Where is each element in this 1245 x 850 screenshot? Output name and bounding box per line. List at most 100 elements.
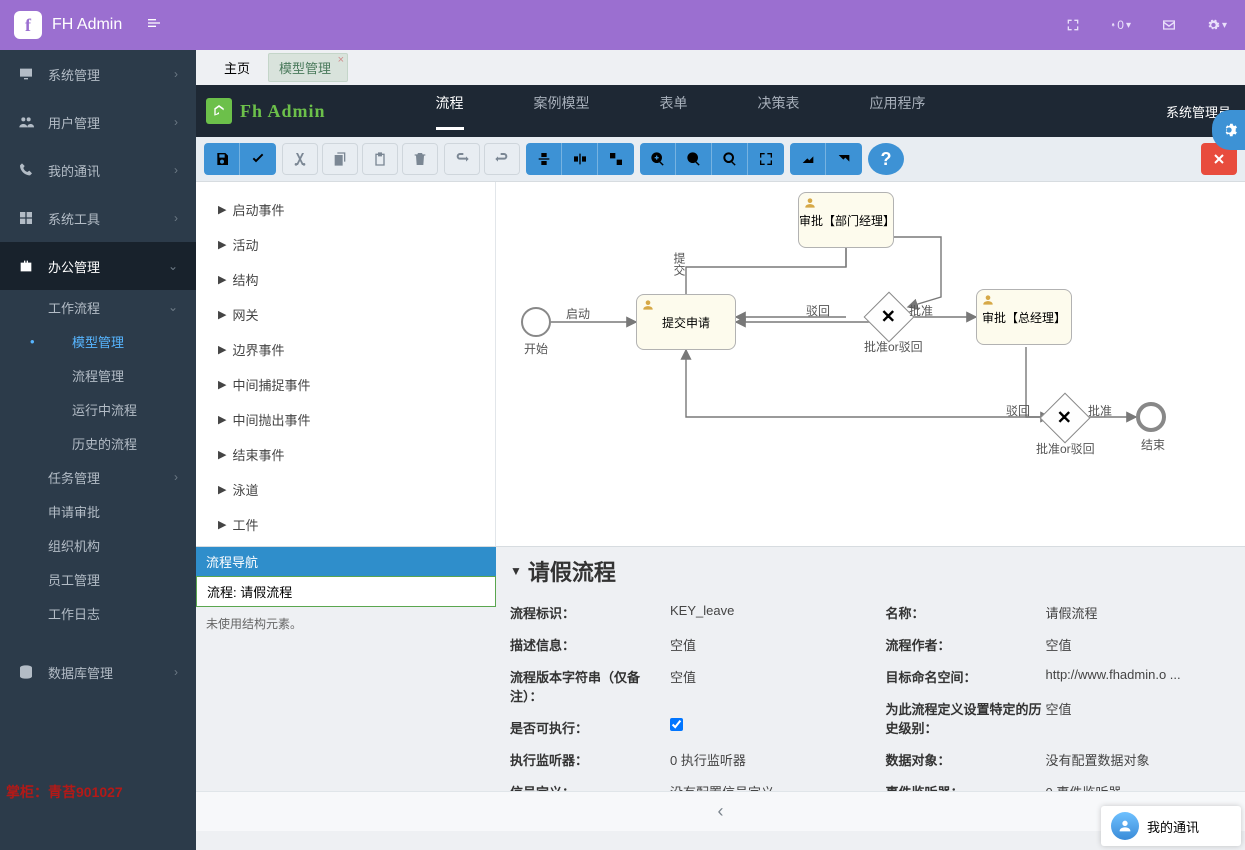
sidebar-item-users[interactable]: 用户管理›: [0, 98, 196, 146]
caret-right-icon: ▶: [218, 448, 226, 461]
same-size-button[interactable]: [598, 143, 634, 175]
sidebar-item-office[interactable]: 办公管理⌄: [0, 242, 196, 290]
settings-tab[interactable]: [1212, 110, 1245, 150]
gateway-1[interactable]: ✕: [864, 292, 915, 343]
notification-icon[interactable]: 0▾: [1111, 15, 1131, 35]
property-value: KEY_leave: [670, 603, 856, 622]
bend-remove-button[interactable]: [826, 143, 862, 175]
save-button[interactable]: [204, 143, 240, 175]
palette-activities[interactable]: ▶活动: [218, 227, 473, 262]
menu-toggle-icon[interactable]: [146, 15, 162, 36]
paste-button[interactable]: [362, 143, 398, 175]
edge-label-submit: 提交: [671, 252, 688, 276]
property-row[interactable]: 事件监听器：0 事件监听器: [886, 776, 1232, 791]
palette-end[interactable]: ▶结束事件: [218, 437, 473, 472]
sidebar-item-system[interactable]: 系统管理›: [0, 50, 196, 98]
process-nav-item[interactable]: 流程: 请假流程: [196, 576, 496, 607]
palette-structure[interactable]: ▶结构: [218, 262, 473, 297]
property-label: 执行监听器：: [510, 750, 670, 769]
tab-home[interactable]: 主页: [214, 54, 260, 81]
redo-button[interactable]: [444, 143, 480, 175]
zoom-fit-button[interactable]: [748, 143, 784, 175]
zoom-reset-button[interactable]: [712, 143, 748, 175]
align-h-button[interactable]: [562, 143, 598, 175]
nav-process[interactable]: 流程: [436, 93, 464, 130]
palette-boundary[interactable]: ▶边界事件: [218, 332, 473, 367]
property-row[interactable]: 描述信息：空值: [510, 629, 856, 661]
lower-panel: 流程导航 流程: 请假流程 未使用结构元素。 ▼请假流程 流程标识：KEY_le…: [196, 546, 1245, 791]
canvas-scroll[interactable]: 开始 启动 提交申请 提交 审批【部门经理】 ✕ 批准or驳回 驳回 批准 审批…: [496, 182, 1245, 546]
align-v-button[interactable]: [526, 143, 562, 175]
task-mgr[interactable]: 审批【部门经理】: [798, 192, 894, 248]
sidebar-sub-worklog[interactable]: 工作日志: [0, 596, 196, 630]
sidebar-sub-process[interactable]: 流程管理: [0, 358, 196, 392]
sidebar-sub-label: 工作日志: [48, 604, 100, 623]
canvas[interactable]: 开始 启动 提交申请 提交 审批【部门经理】 ✕ 批准or驳回 驳回 批准 审批…: [496, 182, 1226, 542]
sidebar-sub-staff[interactable]: 员工管理: [0, 562, 196, 596]
gateway-2[interactable]: ✕: [1040, 393, 1091, 444]
end-label: 结束: [1141, 436, 1165, 453]
tab-model[interactable]: 模型管理×: [268, 53, 348, 82]
delete-button[interactable]: [402, 143, 438, 175]
property-row[interactable]: 数据对象：没有配置数据对象: [886, 744, 1232, 776]
sidebar-sub-history[interactable]: 历史的流程: [0, 426, 196, 460]
sidebar-sub-label: 流程管理: [72, 366, 124, 385]
copy-button[interactable]: [322, 143, 358, 175]
sidebar-item-db[interactable]: 数据库管理›: [0, 648, 196, 696]
palette-label: 结构: [232, 270, 258, 289]
property-row[interactable]: 流程版本字符串（仅备注）：空值: [510, 661, 856, 712]
palette-start-events[interactable]: ▶启动事件: [218, 192, 473, 227]
property-row[interactable]: 是否可执行：: [510, 712, 856, 744]
arrow-icon: [206, 98, 232, 124]
undo-button[interactable]: [484, 143, 520, 175]
nav-decision[interactable]: 决策表: [758, 93, 800, 130]
palette-gateways[interactable]: ▶网关: [218, 297, 473, 332]
property-row[interactable]: 执行监听器：0 执行监听器: [510, 744, 856, 776]
cut-button[interactable]: [282, 143, 318, 175]
close-icon[interactable]: ×: [338, 54, 344, 66]
designer-logo: Fh Admin: [206, 98, 326, 124]
property-row[interactable]: 流程标识：KEY_leave: [510, 597, 856, 629]
mail-icon[interactable]: [1159, 15, 1179, 35]
palette-catch[interactable]: ▶中间捕捉事件: [218, 367, 473, 402]
property-value: 空值: [670, 667, 856, 705]
gear-icon[interactable]: ▾: [1207, 15, 1227, 35]
property-row[interactable]: 目标命名空间：http://www.fhadmin.o ...: [886, 661, 1232, 693]
sidebar-item-tools[interactable]: 系统工具›: [0, 194, 196, 242]
palette-throw[interactable]: ▶中间抛出事件: [218, 402, 473, 437]
sidebar-sub-label: 组织机构: [48, 536, 100, 555]
sidebar-sub-model[interactable]: 模型管理: [0, 324, 196, 358]
properties-title[interactable]: ▼请假流程: [510, 555, 1231, 587]
sidebar-sub-workflow[interactable]: 工作流程⌄: [0, 290, 196, 324]
sidebar-sub-running[interactable]: 运行中流程: [0, 392, 196, 426]
zoom-in-button[interactable]: [640, 143, 676, 175]
nav-case[interactable]: 案例模型: [534, 93, 590, 130]
sidebar-sub-task[interactable]: 任务管理›: [0, 460, 196, 494]
property-row[interactable]: 为此流程定义设置特定的历史级别：空值: [886, 693, 1232, 744]
nav-form[interactable]: 表单: [660, 93, 688, 130]
property-row[interactable]: 名称：请假流程: [886, 597, 1232, 629]
bend-add-button[interactable]: [790, 143, 826, 175]
end-event[interactable]: [1136, 402, 1166, 432]
nav-app[interactable]: 应用程序: [870, 93, 926, 130]
chat-widget[interactable]: 我的通讯: [1101, 806, 1241, 846]
zoom-out-button[interactable]: [676, 143, 712, 175]
sidebar-sub-apply[interactable]: 申请审批: [0, 494, 196, 528]
validate-button[interactable]: [240, 143, 276, 175]
task-gm[interactable]: 审批【总经理】: [976, 289, 1072, 345]
task-submit[interactable]: 提交申请: [636, 294, 736, 350]
start-event[interactable]: [521, 307, 551, 337]
caret-right-icon: ▶: [218, 203, 226, 216]
sidebar-item-comm[interactable]: 我的通讯›: [0, 146, 196, 194]
property-row[interactable]: 信号定义：没有配置信号定义: [510, 776, 856, 791]
palette-artifact[interactable]: ▶工件: [218, 507, 473, 542]
fullscreen-icon[interactable]: [1063, 15, 1083, 35]
sidebar-sub-org[interactable]: 组织机构: [0, 528, 196, 562]
chevron-right-icon: ›: [174, 163, 178, 177]
collapse-handle[interactable]: ‹: [196, 791, 1245, 831]
palette-lane[interactable]: ▶泳道: [218, 472, 473, 507]
executable-checkbox[interactable]: [670, 718, 683, 731]
property-row[interactable]: 流程作者：空值: [886, 629, 1232, 661]
help-button[interactable]: ?: [868, 143, 904, 175]
sidebar-sub-label: 员工管理: [48, 570, 100, 589]
